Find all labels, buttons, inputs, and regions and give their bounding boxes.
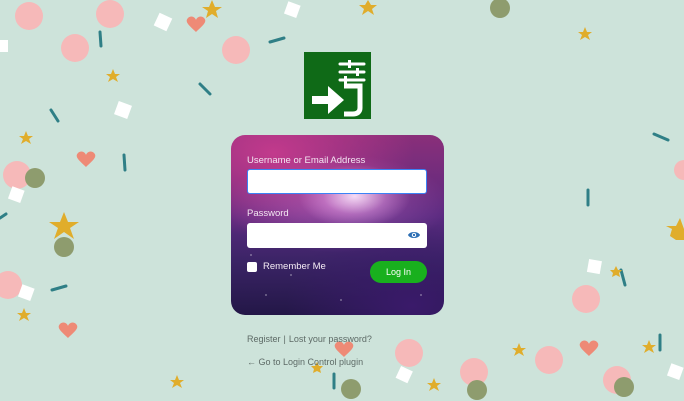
username-input[interactable] [247, 169, 427, 194]
username-label: Username or Email Address [247, 155, 366, 166]
register-link[interactable]: Register [247, 334, 281, 344]
login-button[interactable]: Log In [370, 261, 427, 283]
remember-me-row: Remember Me [247, 261, 326, 272]
remember-me-checkbox[interactable] [247, 261, 257, 272]
password-label: Password [247, 208, 289, 219]
login-arrow-settings-icon [312, 60, 366, 117]
remember-me-label[interactable]: Remember Me [263, 261, 326, 272]
links-separator: | [283, 334, 286, 344]
eye-icon[interactable] [407, 229, 421, 241]
login-control-logo [304, 52, 371, 119]
login-form-card: Username or Email Address Password Remem… [231, 135, 444, 315]
account-links: Register | Lost your password? [247, 334, 372, 344]
back-to-plugin-link[interactable]: ← Go to Login Control plugin [247, 357, 363, 367]
lost-password-link[interactable]: Lost your password? [289, 334, 372, 344]
password-input[interactable] [247, 223, 427, 248]
